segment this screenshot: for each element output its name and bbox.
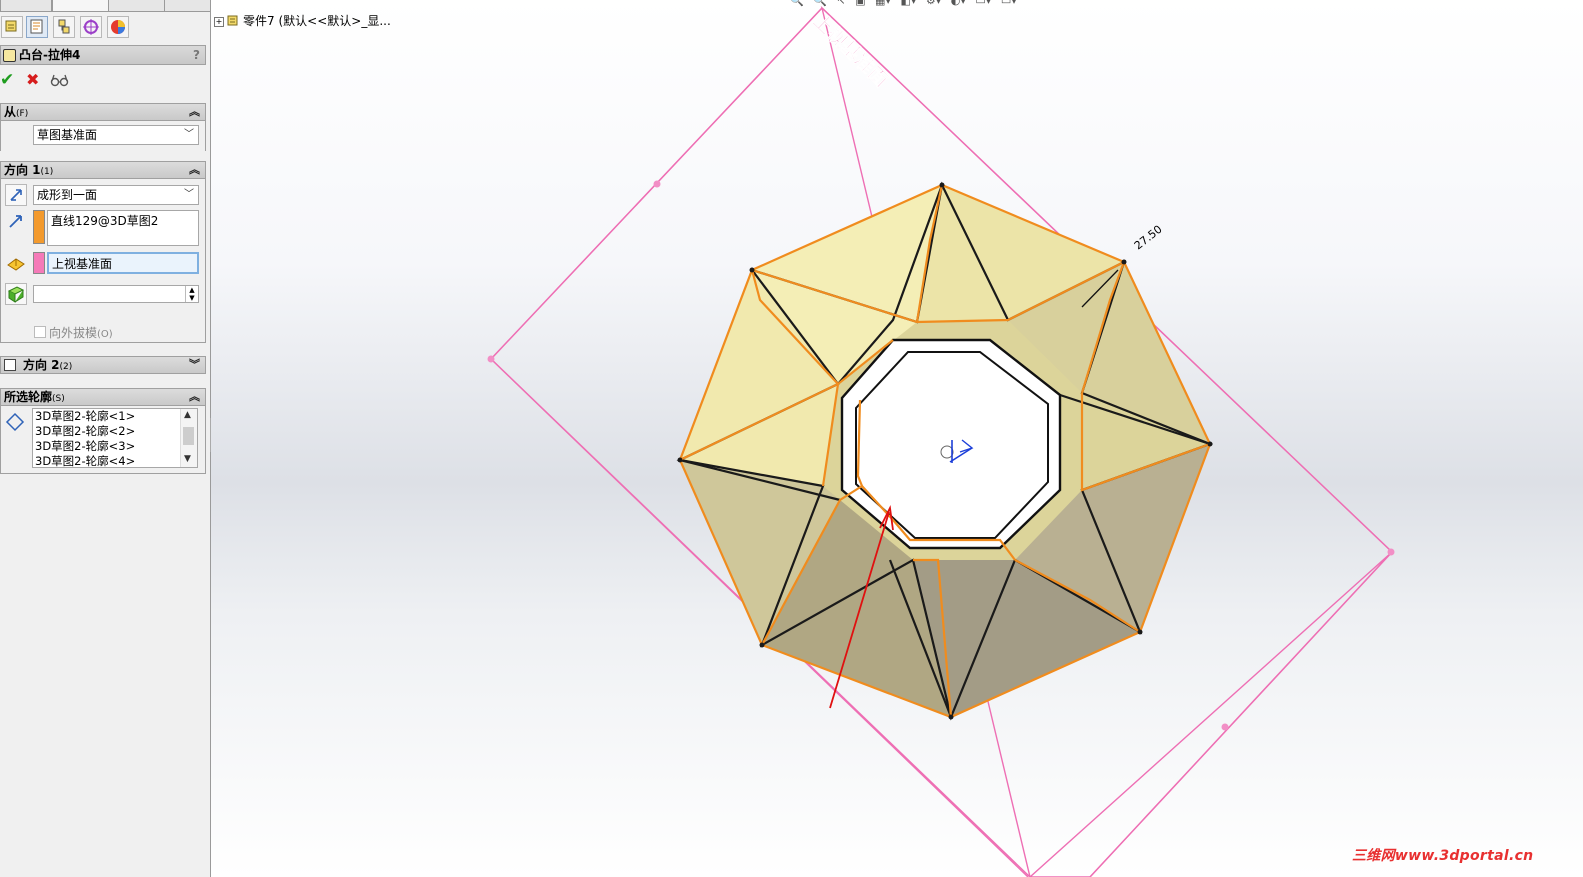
plane-handle[interactable]	[1221, 723, 1229, 731]
watermark: 三维网www.3dportal.cn	[1352, 848, 1534, 864]
plane-handle[interactable]	[653, 180, 661, 188]
dimension-label[interactable]: 27.50	[1132, 223, 1165, 253]
plane-label: 上视基准面	[809, 9, 893, 92]
plane-handle[interactable]	[1387, 548, 1395, 556]
model-canvas: 上视基准面 27.50	[487, 5, 1395, 877]
plane-handle[interactable]	[487, 355, 495, 363]
